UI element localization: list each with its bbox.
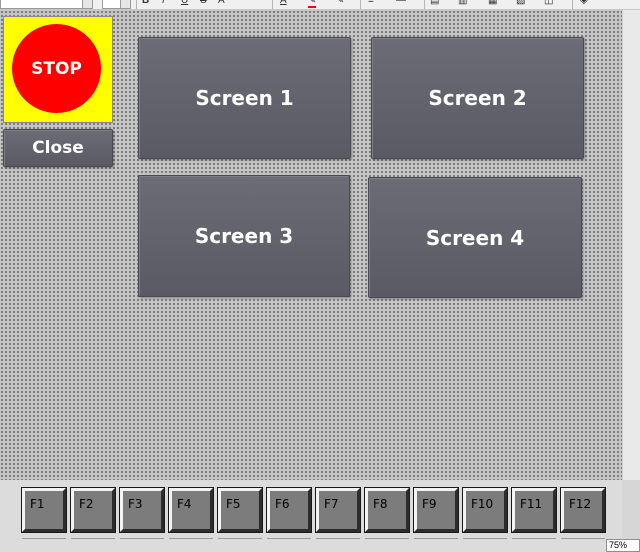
- function-key-label: F10: [471, 497, 494, 511]
- screen-2-label: Screen 2: [428, 86, 527, 110]
- screen-3-button[interactable]: Screen 3: [138, 175, 350, 297]
- divider: [71, 538, 115, 539]
- divider: [414, 538, 458, 539]
- font-size-combo[interactable]: [102, 0, 122, 9]
- toolbar-separator: [424, 0, 425, 9]
- vertical-scrollbar[interactable]: [622, 10, 640, 480]
- divider: [218, 538, 262, 539]
- font-size-dropdown[interactable]: [120, 0, 131, 9]
- function-key-f11[interactable]: F11: [511, 487, 557, 533]
- function-key-f12[interactable]: F12: [560, 487, 606, 533]
- divider: [120, 538, 164, 539]
- distribute-icon[interactable]: ▥: [458, 0, 467, 9]
- strikethrough-icon[interactable]: S: [200, 0, 207, 9]
- close-button[interactable]: Close: [3, 129, 113, 167]
- emergency-stop-panel[interactable]: STOP: [3, 16, 113, 123]
- layer-icon[interactable]: ▧: [516, 0, 525, 9]
- function-key-f6[interactable]: F6: [266, 487, 312, 533]
- screen-1-button[interactable]: Screen 1: [138, 37, 351, 159]
- font-name-dropdown[interactable]: [82, 0, 93, 9]
- function-key-f9[interactable]: F9: [413, 487, 459, 533]
- function-key-f5[interactable]: F5: [217, 487, 263, 533]
- screen-4-button[interactable]: Screen 4: [368, 177, 582, 298]
- function-key-f10[interactable]: F10: [462, 487, 508, 533]
- function-key-label: F6: [275, 497, 290, 511]
- stop-label: STOP: [31, 58, 82, 79]
- function-key-label: F1: [30, 497, 45, 511]
- divider: [463, 538, 507, 539]
- align-icon[interactable]: ▤: [430, 0, 439, 9]
- divider: [561, 538, 605, 539]
- function-key-f1[interactable]: F1: [21, 487, 67, 533]
- function-key-f3[interactable]: F3: [119, 487, 165, 533]
- text-size-icon[interactable]: A: [218, 0, 225, 9]
- screen-2-button[interactable]: Screen 2: [371, 37, 584, 159]
- underline-icon[interactable]: U: [181, 0, 188, 9]
- function-key-label: F9: [422, 497, 437, 511]
- divider: [316, 538, 360, 539]
- divider: [22, 538, 66, 539]
- function-key-label: F12: [569, 497, 592, 511]
- formatting-toolbar: B I U S A A ✎ ✎ ≡ — ▤ ▥ ▦ ▧ ◫ ◈: [0, 0, 640, 10]
- function-key-label: F2: [79, 497, 94, 511]
- tools-icon[interactable]: ◈: [580, 0, 588, 9]
- divider: [512, 538, 556, 539]
- function-key-label: F8: [373, 497, 388, 511]
- grid-icon[interactable]: ◫: [544, 0, 553, 9]
- function-key-label: F5: [226, 497, 241, 511]
- function-key-label: F4: [177, 497, 192, 511]
- line-color-icon[interactable]: ✎: [336, 0, 344, 9]
- function-key-f4[interactable]: F4: [168, 487, 214, 533]
- function-key-f8[interactable]: F8: [364, 487, 410, 533]
- function-key-f2[interactable]: F2: [70, 487, 116, 533]
- function-key-label: F7: [324, 497, 339, 511]
- fill-color-icon[interactable]: ✎: [308, 0, 317, 9]
- divider: [169, 538, 213, 539]
- stop-button[interactable]: STOP: [12, 24, 101, 113]
- screen-1-label: Screen 1: [195, 86, 294, 110]
- zoom-level[interactable]: 75%: [606, 539, 640, 552]
- line-width-icon[interactable]: —: [396, 0, 406, 9]
- font-color-icon[interactable]: A: [280, 0, 287, 9]
- function-key-f7[interactable]: F7: [315, 487, 361, 533]
- toolbar-separator: [136, 0, 137, 9]
- close-button-label: Close: [32, 138, 84, 158]
- function-key-label: F11: [520, 497, 543, 511]
- divider: [267, 538, 311, 539]
- toolbar-separator: [360, 0, 361, 9]
- fill-color-swatch: [308, 6, 317, 8]
- toolbar-separator: [272, 0, 273, 9]
- screen-3-label: Screen 3: [194, 224, 294, 248]
- italic-icon[interactable]: I: [162, 0, 165, 9]
- font-name-combo[interactable]: [0, 0, 84, 9]
- toolbar-separator: [572, 0, 573, 9]
- divider: [365, 538, 409, 539]
- arrange-icon[interactable]: ▦: [488, 0, 497, 9]
- screen-4-label: Screen 4: [425, 225, 525, 250]
- line-style-icon[interactable]: ≡: [368, 0, 374, 9]
- bold-icon[interactable]: B: [142, 0, 149, 9]
- function-key-label: F3: [128, 497, 143, 511]
